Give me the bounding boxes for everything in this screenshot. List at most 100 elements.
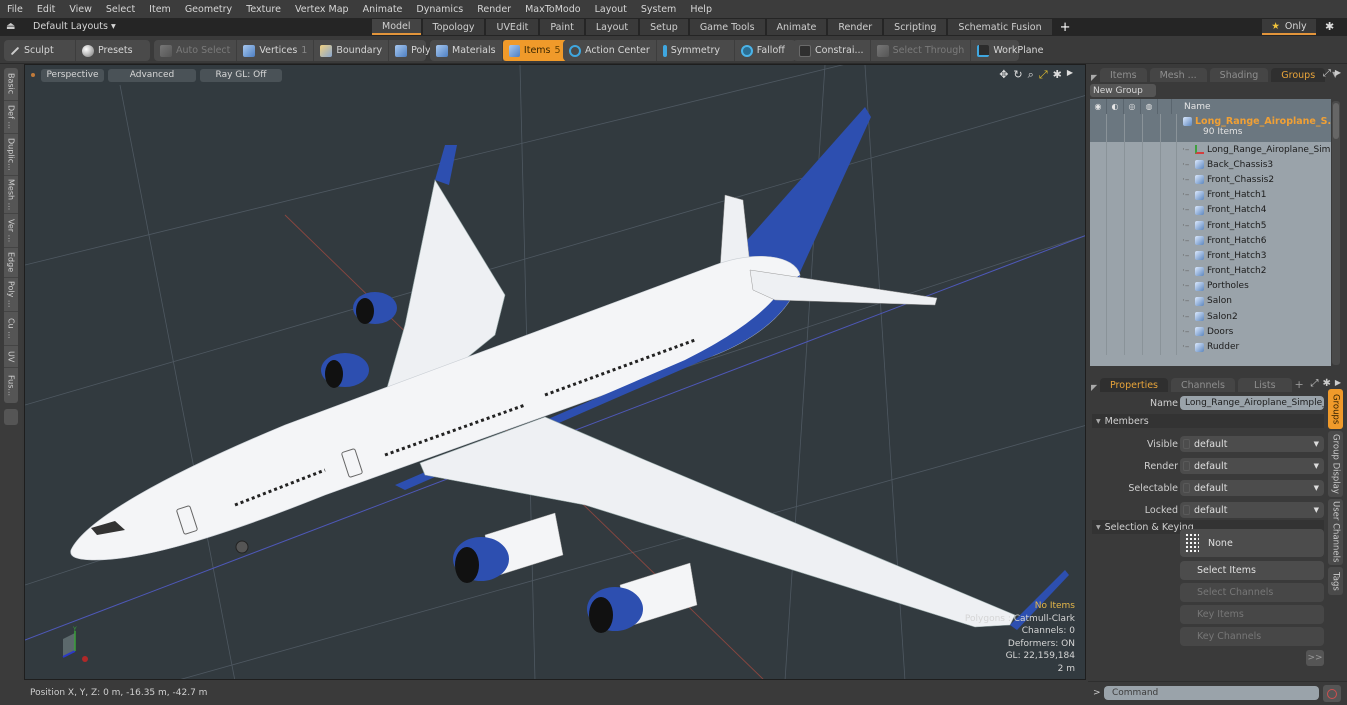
- constraints-button[interactable]: Constrai...: [793, 40, 871, 61]
- left-tab-deform[interactable]: Def ...: [4, 101, 18, 134]
- panel-menu-icon[interactable]: ◤: [1088, 73, 1100, 82]
- layout-tab-render[interactable]: Render: [828, 19, 883, 35]
- layout-tab-game-tools[interactable]: Game Tools: [689, 19, 765, 35]
- menu-view[interactable]: View: [62, 4, 99, 15]
- left-tab-fusion[interactable]: Fus...: [4, 368, 18, 403]
- workplane-button[interactable]: WorkPlane: [971, 40, 1049, 61]
- menu-dynamics[interactable]: Dynamics: [409, 4, 470, 15]
- layout-tab-model[interactable]: Model: [372, 19, 421, 35]
- boundary-button[interactable]: Boundary: [314, 40, 390, 61]
- render-column-icon[interactable]: ◐: [1107, 99, 1124, 114]
- group-list-item[interactable]: ·– Long_Range_Airoplane_Sim ...: [1090, 142, 1331, 158]
- side-tab-tags[interactable]: Tags: [1328, 567, 1343, 595]
- viewport-menu-dot[interactable]: [31, 73, 35, 77]
- group-list-item[interactable]: ·– Portholes: [1090, 278, 1331, 294]
- key-channels-button[interactable]: Key Channels: [1180, 627, 1324, 646]
- scrollbar-thumb[interactable]: [1333, 103, 1339, 139]
- panel-arrow-icon[interactable]: ▶: [1335, 68, 1341, 79]
- group-list-item[interactable]: ·– Front_Hatch1: [1090, 187, 1331, 203]
- menu-select[interactable]: Select: [99, 4, 142, 15]
- selection-set-none-button[interactable]: None: [1180, 529, 1324, 557]
- menu-file[interactable]: File: [0, 4, 30, 15]
- add-layout-tab-button[interactable]: +: [1054, 19, 1077, 35]
- expand-properties-icon[interactable]: ⤢: [1310, 378, 1318, 389]
- items-button[interactable]: Items 5: [502, 40, 567, 61]
- tab-mesh[interactable]: Mesh ...: [1149, 68, 1207, 82]
- menu-maxtomodo[interactable]: MaxToModo: [518, 4, 588, 15]
- group-list-item[interactable]: ·– Front_Hatch5: [1090, 217, 1331, 234]
- vertices-button[interactable]: Vertices 1: [237, 40, 315, 61]
- side-tab-group-display[interactable]: Group Display: [1328, 431, 1343, 497]
- tab-properties[interactable]: Properties: [1100, 378, 1169, 392]
- group-list-item[interactable]: ·– Doors: [1090, 324, 1331, 340]
- tab-lists[interactable]: Lists: [1237, 378, 1292, 392]
- menu-render[interactable]: Render: [470, 4, 518, 15]
- perspective-button[interactable]: Perspective: [41, 68, 104, 82]
- menu-animate[interactable]: Animate: [356, 4, 410, 15]
- menu-vertex-map[interactable]: Vertex Map: [288, 4, 356, 15]
- side-tab-groups[interactable]: Groups: [1328, 389, 1343, 429]
- menu-texture[interactable]: Texture: [239, 4, 288, 15]
- group-name-field[interactable]: Long_Range_Airoplane_Simple_Ir: [1180, 396, 1324, 410]
- action-center-button[interactable]: Action Center: [563, 40, 657, 61]
- group-list-item[interactable]: ·– Salon2: [1090, 309, 1331, 325]
- visible-dropdown[interactable]: default ▼: [1180, 436, 1324, 452]
- left-tab-basic[interactable]: Basic: [4, 68, 18, 101]
- more-button[interactable]: >>: [1306, 650, 1324, 666]
- tab-shading[interactable]: Shading: [1209, 68, 1269, 82]
- visibility-column-icon[interactable]: ◉: [1090, 99, 1107, 114]
- new-group-button[interactable]: New Group: [1090, 84, 1156, 97]
- menu-system[interactable]: System: [634, 4, 683, 15]
- tab-groups[interactable]: Groups: [1271, 68, 1326, 82]
- left-tab-curve[interactable]: Cu ...: [4, 312, 18, 346]
- group-root-row[interactable]: Long_Range_Airoplane_S... 90 Items: [1090, 114, 1331, 142]
- menu-edit[interactable]: Edit: [30, 4, 62, 15]
- render-checkbox[interactable]: [1183, 461, 1190, 471]
- group-list-scrollbar[interactable]: [1332, 101, 1340, 365]
- properties-arrow-icon[interactable]: ▶: [1335, 378, 1341, 389]
- tab-channels[interactable]: Channels: [1171, 378, 1235, 392]
- group-list-item[interactable]: ·– Salon: [1090, 293, 1331, 310]
- shading-mode-button[interactable]: Advanced: [108, 68, 196, 82]
- layout-tab-uvedit[interactable]: UVEdit: [486, 19, 539, 35]
- select-items-button[interactable]: Select Items: [1180, 561, 1324, 580]
- layout-tab-topology[interactable]: Topology: [422, 19, 485, 35]
- rotate-view-icon[interactable]: ↻: [1013, 68, 1022, 82]
- side-tab-user-channels[interactable]: User Channels: [1328, 499, 1343, 565]
- left-tab-uv[interactable]: UV: [4, 346, 18, 368]
- viewport-settings-icon[interactable]: ✱: [1053, 68, 1062, 82]
- 3d-viewport[interactable]: Perspective Advanced Ray GL: Off ✥ ↻ ⌕ ⤢…: [24, 64, 1086, 680]
- left-tab-duplicate[interactable]: Duplic...: [4, 134, 18, 176]
- layout-tab-paint[interactable]: Paint: [540, 19, 584, 35]
- render-dropdown[interactable]: default ▼: [1180, 458, 1324, 474]
- menu-help[interactable]: Help: [683, 4, 719, 15]
- select-through-button[interactable]: Select Through: [871, 40, 972, 61]
- move-view-icon[interactable]: ✥: [999, 68, 1008, 82]
- properties-gear-icon[interactable]: ✱: [1322, 378, 1330, 389]
- layout-tab-scripting[interactable]: Scripting: [884, 19, 947, 35]
- key-items-button[interactable]: Key Items: [1180, 605, 1324, 624]
- expand-panel-icon[interactable]: ⤢: [1323, 68, 1331, 79]
- raygl-button[interactable]: Ray GL: Off: [200, 68, 282, 82]
- group-list-item[interactable]: ·– Front_Hatch3: [1090, 248, 1331, 264]
- auto-select-button[interactable]: Auto Select: [154, 40, 238, 61]
- layout-tab-schematic-fusion[interactable]: Schematic Fusion: [948, 19, 1052, 35]
- select-channels-button[interactable]: Select Channels: [1180, 583, 1324, 602]
- symmetry-button[interactable]: Symmetry: [657, 40, 735, 61]
- menu-item[interactable]: Item: [142, 4, 178, 15]
- members-section[interactable]: ▼ Members: [1092, 414, 1324, 428]
- command-input[interactable]: Command: [1104, 686, 1319, 700]
- selectable-checkbox[interactable]: [1183, 483, 1190, 493]
- sculpt-button[interactable]: Sculpt: [4, 40, 76, 61]
- group-list-item[interactable]: ·– Front_Hatch2: [1090, 263, 1331, 279]
- gear-icon[interactable]: ✱: [1325, 20, 1334, 33]
- group-list-item[interactable]: ·– Front_Hatch6: [1090, 233, 1331, 249]
- only-toggle-button[interactable]: ★ Only: [1262, 19, 1316, 35]
- left-tab-polygon[interactable]: Poly ...: [4, 278, 18, 312]
- upload-icon[interactable]: ⏏: [6, 21, 15, 32]
- viewport-expand-arrow-icon[interactable]: ▶: [1067, 68, 1073, 82]
- left-tab-edge[interactable]: Edge: [4, 248, 18, 278]
- group-list-item[interactable]: ·– Rudder: [1090, 339, 1331, 355]
- layout-tab-setup[interactable]: Setup: [640, 19, 688, 35]
- left-tabs-extra-button[interactable]: [4, 409, 18, 425]
